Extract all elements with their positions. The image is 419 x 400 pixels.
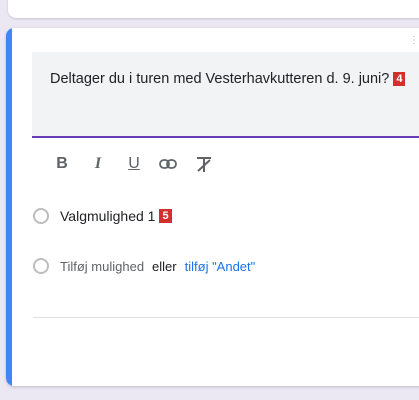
clear-format-button[interactable] xyxy=(192,152,216,176)
underline-button[interactable]: U xyxy=(122,152,146,176)
question-card[interactable]: ⋮⋮ Deltager du i turen med Vesterhavkutt… xyxy=(6,28,419,386)
divider xyxy=(33,317,419,318)
annotation-badge: 4 xyxy=(393,72,406,86)
radio-button xyxy=(33,258,49,274)
option-row-1[interactable]: Valgmulighed 1 5 xyxy=(33,206,172,226)
question-input[interactable]: Deltager du i turen med Vesterhavkuttere… xyxy=(32,52,419,138)
bold-button[interactable]: B xyxy=(50,152,74,176)
italic-button[interactable]: I xyxy=(86,152,110,176)
radio-button[interactable] xyxy=(33,208,49,224)
add-option-link[interactable]: Tilføj mulighed xyxy=(60,259,144,274)
clear-format-icon xyxy=(197,157,211,172)
question-text-wrapper: Deltager du i turen med Vesterhavkuttere… xyxy=(50,68,410,91)
option-label[interactable]: Valgmulighed 1 xyxy=(60,208,155,224)
question-text: Deltager du i turen med Vesterhavkuttere… xyxy=(50,71,390,87)
card-accent-bar xyxy=(6,28,12,386)
or-label: eller xyxy=(152,258,177,274)
annotation-badge: 5 xyxy=(159,209,172,223)
link-button[interactable] xyxy=(156,152,180,176)
link-icon xyxy=(159,159,177,169)
drag-handle-icon[interactable]: ⋮⋮ xyxy=(409,35,419,46)
add-option-row: Tilføj mulighed eller tilføj "Andet" xyxy=(33,256,255,276)
previous-card xyxy=(8,0,419,18)
add-other-link[interactable]: tilføj "Andet" xyxy=(185,259,256,274)
